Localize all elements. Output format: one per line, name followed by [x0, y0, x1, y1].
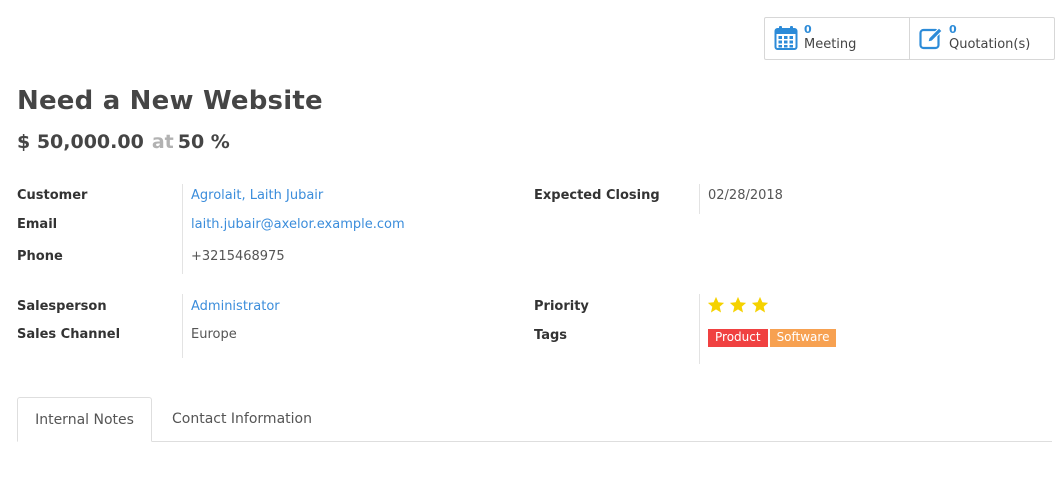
field-separator: [182, 294, 183, 358]
phone-label: Phone: [17, 249, 63, 264]
quotation-button[interactable]: 0 Quotation(s): [909, 18, 1054, 59]
quotation-label: Quotation(s): [949, 36, 1031, 52]
smart-buttons: 0 Meeting 0 Quotation(s): [764, 17, 1055, 60]
probability: 50 %: [177, 131, 230, 153]
salesperson-label: Salesperson: [17, 299, 107, 314]
quotation-count: 0: [949, 23, 957, 36]
field-separator: [182, 184, 183, 274]
meeting-button[interactable]: 0 Meeting: [765, 18, 909, 59]
priority-label: Priority: [534, 299, 589, 314]
expected-revenue: $ 50,000.00: [17, 131, 144, 153]
expected-closing-field[interactable]: 02/28/2018: [708, 188, 783, 203]
expected-closing-label: Expected Closing: [534, 188, 660, 203]
at-word: at: [151, 131, 174, 153]
tags-field: Product Software: [708, 329, 837, 347]
opportunity-title: Need a New Website: [17, 86, 323, 116]
calendar-icon: [774, 26, 798, 50]
field-separator: [699, 294, 700, 364]
tags-label: Tags: [534, 328, 568, 343]
star-icon[interactable]: [729, 296, 747, 314]
tabs-divider: [17, 441, 1052, 442]
phone-field[interactable]: +3215468975: [191, 249, 285, 264]
customer-field[interactable]: Agrolait, Laith Jubair: [191, 188, 323, 203]
sales-channel-field[interactable]: Europe: [191, 327, 237, 342]
sales-channel-label: Sales Channel: [17, 327, 121, 342]
email-field[interactable]: laith.jubair@axelor.example.com: [191, 217, 405, 232]
tag-software[interactable]: Software: [769, 329, 837, 347]
email-label: Email: [17, 217, 58, 232]
priority-stars: [707, 296, 769, 314]
field-separator: [699, 184, 700, 214]
customer-label: Customer: [17, 188, 88, 203]
star-icon[interactable]: [707, 296, 725, 314]
opportunity-revenue: $ 50,000.00 at 50 %: [17, 131, 230, 153]
star-icon[interactable]: [751, 296, 769, 314]
meeting-label: Meeting: [804, 36, 857, 52]
tab-contact-information[interactable]: Contact Information: [172, 397, 312, 441]
tab-internal-notes[interactable]: Internal Notes: [17, 397, 152, 442]
edit-icon: [919, 27, 943, 50]
salesperson-field[interactable]: Administrator: [191, 299, 280, 314]
meeting-count: 0: [804, 23, 812, 36]
tag-product[interactable]: Product: [708, 329, 768, 347]
